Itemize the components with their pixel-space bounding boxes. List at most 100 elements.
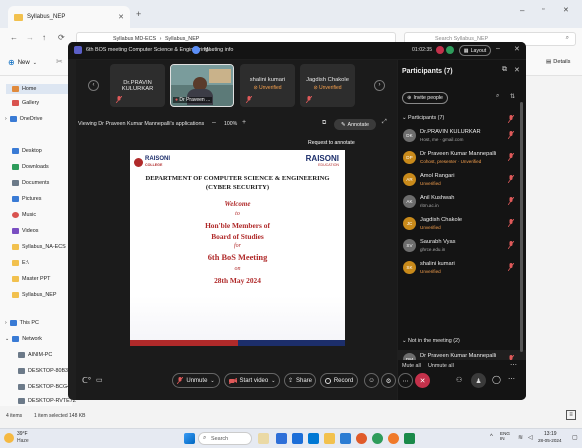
mic-off-icon[interactable] bbox=[508, 175, 514, 183]
maximize-icon[interactable]: ▫ bbox=[542, 6, 544, 13]
video-tile-active[interactable]: ● Dr Praveen ... bbox=[170, 64, 234, 107]
sidebar-item-network-pc[interactable]: DESKTOP-BCG4 bbox=[18, 384, 70, 390]
mic-off-icon[interactable] bbox=[508, 263, 514, 271]
sidebar-item-downloads[interactable]: Downloads bbox=[12, 164, 49, 170]
sidebar-item-documents[interactable]: Documents bbox=[12, 180, 49, 186]
mail-icon[interactable] bbox=[340, 433, 351, 444]
sort-icon[interactable]: ⇅ bbox=[510, 93, 515, 100]
sidebar-item-gallery[interactable]: Gallery bbox=[12, 100, 39, 106]
wifi-icon[interactable]: ≋ bbox=[518, 434, 523, 441]
mic-off-icon[interactable] bbox=[508, 197, 514, 205]
annotate-button[interactable]: ✎ Annotate bbox=[334, 119, 376, 130]
apps-button[interactable]: ⚙ bbox=[381, 373, 396, 388]
chevron-up-icon[interactable]: ^ bbox=[490, 434, 493, 440]
edge-icon[interactable] bbox=[292, 433, 303, 444]
sidebar-item-onedrive[interactable]: › OneDrive bbox=[5, 116, 42, 122]
app-icon[interactable] bbox=[388, 433, 399, 444]
close-window-icon[interactable]: ✕ bbox=[563, 6, 569, 14]
notification-icon[interactable]: ▢ bbox=[572, 434, 578, 441]
not-in-meeting-section-header[interactable]: ⌄ Not in the meeting (2) bbox=[402, 338, 460, 344]
sidebar-item-syllabus-na[interactable]: Syllabus_NA-ECS bbox=[12, 244, 66, 250]
in-meeting-section-header[interactable]: ⌄ Participants (7) bbox=[402, 115, 444, 121]
video-tile[interactable]: Jagdish Chakole ⊘ Unverified bbox=[300, 64, 355, 107]
mic-off-icon[interactable] bbox=[508, 153, 514, 161]
share-button[interactable]: ⇪ Share bbox=[284, 373, 316, 388]
app-icon[interactable] bbox=[372, 433, 383, 444]
participant-row[interactable]: SK shalini kumari Unverified bbox=[398, 258, 520, 278]
invite-people-button[interactable]: ⊕ Invite people bbox=[402, 92, 448, 104]
popout-icon[interactable]: ⧉ bbox=[502, 66, 507, 74]
video-tile[interactable]: shalini kumari ⊘ Unverified bbox=[240, 64, 295, 107]
webex-icon[interactable] bbox=[404, 433, 415, 444]
people-panel-button[interactable]: ♟ bbox=[471, 373, 486, 388]
record-button[interactable]: Record bbox=[320, 373, 358, 388]
chevron-right-icon[interactable]: › bbox=[374, 80, 385, 91]
sidebar-item-e-drive[interactable]: E:\ bbox=[12, 260, 29, 266]
sidebar-item-network-pc[interactable]: AINIM-PC bbox=[18, 352, 52, 358]
refresh-icon[interactable]: ⟳ bbox=[58, 33, 65, 42]
expand-icon[interactable]: ⤢ bbox=[382, 119, 387, 126]
new-tab-icon[interactable]: + bbox=[136, 9, 141, 19]
close-icon[interactable]: ✕ bbox=[514, 66, 520, 74]
close-icon[interactable]: ✕ bbox=[514, 45, 520, 53]
volume-icon[interactable]: ◁ bbox=[528, 434, 533, 441]
reactions-button[interactable]: ☺ bbox=[364, 373, 379, 388]
mic-off-icon[interactable] bbox=[508, 219, 514, 227]
participant-row[interactable]: JC Jagdish Chakole Unverified bbox=[398, 214, 520, 234]
sidebar-item-desktop[interactable]: Desktop bbox=[12, 148, 42, 154]
mic-off-icon[interactable] bbox=[508, 241, 514, 249]
chevron-left-icon[interactable]: ‹ bbox=[88, 80, 99, 91]
participant-row[interactable]: DP Dr Praveen Kumar Mannepalli Cohost, pre… bbox=[398, 148, 520, 168]
popout-icon[interactable]: ⧉ bbox=[322, 120, 326, 127]
chrome-icon[interactable] bbox=[356, 433, 367, 444]
sidebar-item-music[interactable]: Music bbox=[12, 212, 36, 218]
participant-row[interactable]: AK Anil Kushwah ritm.ac.in bbox=[398, 192, 520, 212]
chat-bubble-icon[interactable]: ◯ bbox=[492, 375, 501, 384]
participant-row[interactable]: AR Amol Rangari Unverified bbox=[398, 170, 520, 190]
language-indicator[interactable]: ENG IN bbox=[500, 431, 512, 441]
sidebar-item-this-pc[interactable]: › This PC bbox=[5, 320, 39, 326]
zoom-in-icon[interactable]: + bbox=[242, 119, 246, 126]
clock-time[interactable]: 13:19 bbox=[544, 431, 557, 437]
layout-button[interactable]: ▦ Layout bbox=[459, 45, 491, 56]
sidebar-item-syllabus-nep[interactable]: Syllabus_NEP bbox=[12, 292, 56, 298]
taskbar-search[interactable]: ⌕ Search bbox=[198, 432, 252, 445]
close-tab-icon[interactable]: ✕ bbox=[118, 13, 124, 21]
widgets-icon[interactable] bbox=[258, 433, 269, 444]
participant-row[interactable]: DK Dr.PRAVIN KULURKAR Host, me · gmail.com bbox=[398, 126, 520, 146]
mic-off-icon[interactable] bbox=[508, 131, 514, 139]
task-view-icon[interactable] bbox=[276, 433, 287, 444]
captions-icon[interactable]: ᑕ° bbox=[82, 376, 91, 385]
store-icon[interactable] bbox=[308, 433, 319, 444]
cut-icon[interactable]: ✂ bbox=[56, 57, 63, 66]
file-explorer-icon[interactable] bbox=[324, 433, 335, 444]
participants-icon[interactable]: ⚇ bbox=[456, 376, 462, 384]
mic-off-icon[interactable] bbox=[508, 115, 514, 123]
forward-arrow-icon[interactable]: → bbox=[26, 33, 34, 42]
panel-scrollbar[interactable] bbox=[520, 102, 523, 352]
sidebar-item-home[interactable]: Home bbox=[6, 84, 68, 94]
sidebar-item-videos[interactable]: Videos bbox=[12, 228, 38, 234]
video-tile[interactable]: Dr.PRAVIN KULURKAR bbox=[110, 64, 165, 107]
explorer-tab[interactable]: Syllabus_NEP ✕ bbox=[8, 6, 130, 28]
back-arrow-icon[interactable]: ← bbox=[10, 33, 18, 42]
clock-date[interactable]: 28-05-2024 bbox=[538, 438, 562, 443]
new-button[interactable]: ⊕ New ⌄ bbox=[8, 58, 37, 67]
search-icon[interactable]: ⌕ bbox=[496, 93, 499, 100]
minimize-icon[interactable]: – bbox=[520, 6, 524, 15]
unmute-button[interactable]: Unmute ⌄ bbox=[172, 373, 220, 388]
end-call-button[interactable]: ✕ bbox=[415, 373, 430, 388]
windows-start-icon[interactable] bbox=[184, 433, 195, 444]
start-video-button[interactable]: Start video ⌄ bbox=[224, 373, 280, 388]
chat-icon[interactable]: ▭ bbox=[96, 376, 103, 384]
more-button[interactable]: ⋯ bbox=[398, 373, 413, 388]
more-options-icon[interactable]: ⋯ bbox=[508, 375, 515, 383]
minimize-icon[interactable]: – bbox=[496, 45, 500, 52]
participant-row[interactable]: SV Saurabh Vyas ghrce.edu.in bbox=[398, 236, 520, 256]
zoom-out-icon[interactable]: – bbox=[212, 119, 216, 126]
weather-icon[interactable] bbox=[4, 433, 14, 443]
sidebar-item-network[interactable]: ⌄ Network bbox=[5, 336, 42, 342]
sidebar-item-network-pc[interactable]: DESKTOP-80B3C bbox=[18, 368, 72, 374]
sidebar-item-master-ppt[interactable]: Master PPT bbox=[12, 276, 50, 282]
sidebar-item-pictures[interactable]: Pictures bbox=[12, 196, 41, 202]
